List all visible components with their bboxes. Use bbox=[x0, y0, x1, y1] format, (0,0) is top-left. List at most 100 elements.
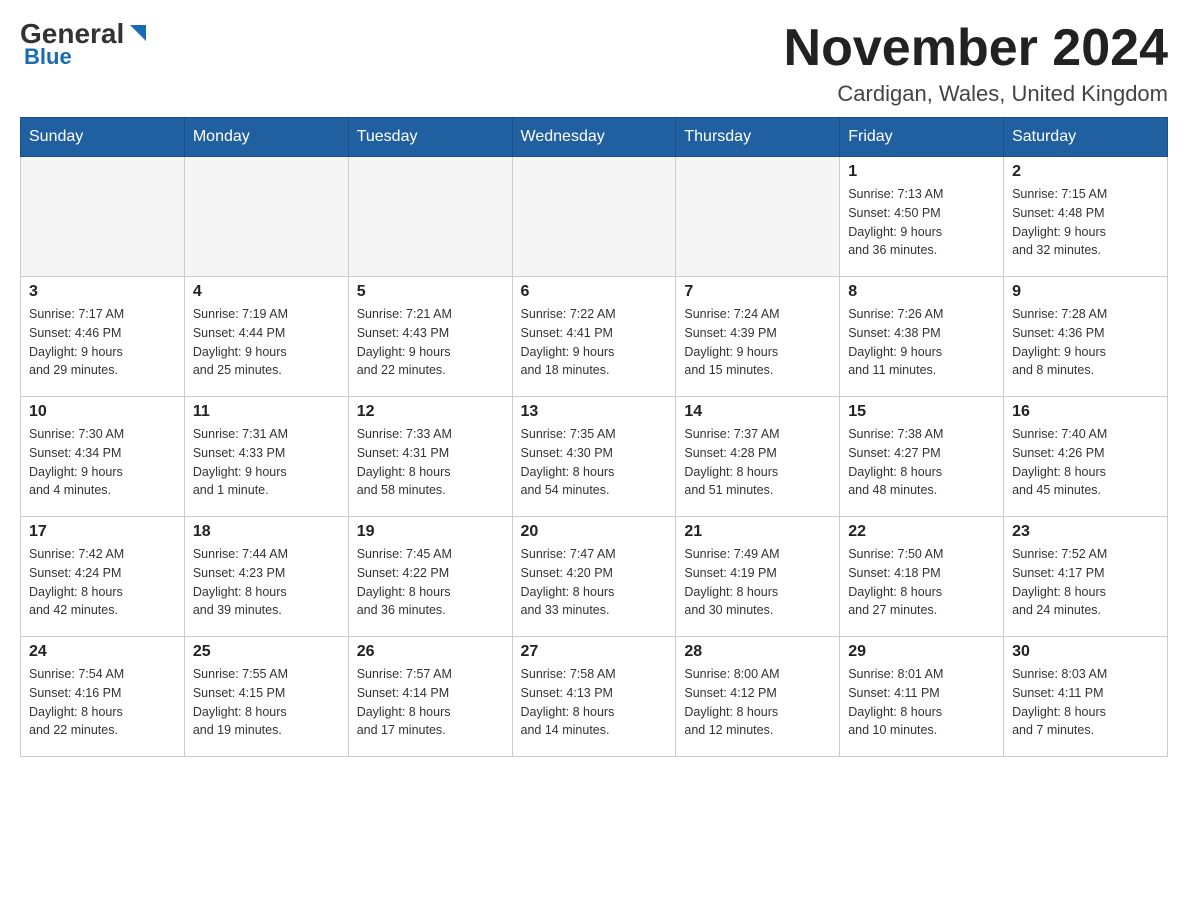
calendar-week-4: 17Sunrise: 7:42 AM Sunset: 4:24 PM Dayli… bbox=[21, 517, 1168, 637]
day-info: Sunrise: 7:21 AM Sunset: 4:43 PM Dayligh… bbox=[357, 305, 504, 380]
calendar-cell: 16 Sunrise: 7:40 AM Sunset: 4:26 PM Dayli… bbox=[1004, 397, 1168, 517]
day-number: 16 bbox=[1012, 403, 1159, 421]
day-number: 21 bbox=[684, 523, 831, 541]
calendar-week-1: 1 Sunrise: 7:13 AM Sunset: 4:50 PM Daylig… bbox=[21, 157, 1168, 277]
day-number: 26 bbox=[357, 643, 504, 661]
logo: General Blue bbox=[20, 20, 150, 70]
day-number: 14 bbox=[684, 403, 831, 421]
day-info: Sunrise: 8:01 AM Sunset: 4:11 PM Dayligh… bbox=[848, 665, 995, 740]
day-info: Sunrise: 7:28 AM Sunset: 4:36 PM Dayligh… bbox=[1012, 305, 1159, 380]
day-number: 19 bbox=[357, 523, 504, 541]
calendar-cell bbox=[676, 157, 840, 277]
day-number: 18 bbox=[193, 523, 340, 541]
calendar-cell: 7 Sunrise: 7:24 AM Sunset: 4:39 PM Daylig… bbox=[676, 277, 840, 397]
calendar-cell: 6 Sunrise: 7:22 AM Sunset: 4:41 PM Daylig… bbox=[512, 277, 676, 397]
calendar-cell bbox=[512, 157, 676, 277]
calendar-cell: 18 Sunrise: 7:44 AM Sunset: 4:23 PM Dayli… bbox=[184, 517, 348, 637]
logo-triangle-icon bbox=[126, 21, 150, 45]
calendar-cell: 1 Sunrise: 7:13 AM Sunset: 4:50 PM Daylig… bbox=[840, 157, 1004, 277]
calendar-cell: 12Sunrise: 7:33 AM Sunset: 4:31 PM Dayli… bbox=[348, 397, 512, 517]
day-number: 30 bbox=[1012, 643, 1159, 661]
day-info: Sunrise: 8:03 AM Sunset: 4:11 PM Dayligh… bbox=[1012, 665, 1159, 740]
calendar-cell: 4Sunrise: 7:19 AM Sunset: 4:44 PM Daylig… bbox=[184, 277, 348, 397]
day-info: Sunrise: 7:38 AM Sunset: 4:27 PM Dayligh… bbox=[848, 425, 995, 500]
day-number: 22 bbox=[848, 523, 995, 541]
calendar-cell: 27Sunrise: 7:58 AM Sunset: 4:13 PM Dayli… bbox=[512, 637, 676, 757]
calendar-week-3: 10 Sunrise: 7:30 AM Sunset: 4:34 PM Dayli… bbox=[21, 397, 1168, 517]
day-info: Sunrise: 7:40 AM Sunset: 4:26 PM Dayligh… bbox=[1012, 425, 1159, 500]
day-info: Sunrise: 7:13 AM Sunset: 4:50 PM Dayligh… bbox=[848, 185, 995, 260]
calendar-cell bbox=[21, 157, 185, 277]
day-number: 13 bbox=[521, 403, 668, 421]
calendar-cell: 8 Sunrise: 7:26 AM Sunset: 4:38 PM Daylig… bbox=[840, 277, 1004, 397]
calendar-week-5: 24Sunrise: 7:54 AM Sunset: 4:16 PM Dayli… bbox=[21, 637, 1168, 757]
day-number: 10 bbox=[29, 403, 176, 421]
day-info: Sunrise: 7:17 AM Sunset: 4:46 PM Dayligh… bbox=[29, 305, 176, 380]
day-number: 8 bbox=[848, 283, 995, 301]
day-info: Sunrise: 8:00 AM Sunset: 4:12 PM Dayligh… bbox=[684, 665, 831, 740]
calendar-cell: 24Sunrise: 7:54 AM Sunset: 4:16 PM Dayli… bbox=[21, 637, 185, 757]
location: Cardigan, Wales, United Kingdom bbox=[784, 81, 1168, 107]
day-number: 1 bbox=[848, 163, 995, 181]
calendar-cell: 17Sunrise: 7:42 AM Sunset: 4:24 PM Dayli… bbox=[21, 517, 185, 637]
calendar-cell: 28 Sunrise: 8:00 AM Sunset: 4:12 PM Dayli… bbox=[676, 637, 840, 757]
day-number: 9 bbox=[1012, 283, 1159, 301]
calendar-cell: 29 Sunrise: 8:01 AM Sunset: 4:11 PM Dayli… bbox=[840, 637, 1004, 757]
day-number: 11 bbox=[193, 403, 340, 421]
day-info: Sunrise: 7:50 AM Sunset: 4:18 PM Dayligh… bbox=[848, 545, 995, 620]
calendar-cell: 23 Sunrise: 7:52 AM Sunset: 4:17 PM Dayli… bbox=[1004, 517, 1168, 637]
calendar-cell: 25 Sunrise: 7:55 AM Sunset: 4:15 PM Dayli… bbox=[184, 637, 348, 757]
calendar-cell: 11 Sunrise: 7:31 AM Sunset: 4:33 PM Dayli… bbox=[184, 397, 348, 517]
day-info: Sunrise: 7:33 AM Sunset: 4:31 PM Dayligh… bbox=[357, 425, 504, 500]
calendar-header-tuesday: Tuesday bbox=[348, 118, 512, 157]
month-title: November 2024 bbox=[784, 20, 1168, 77]
day-info: Sunrise: 7:57 AM Sunset: 4:14 PM Dayligh… bbox=[357, 665, 504, 740]
day-info: Sunrise: 7:15 AM Sunset: 4:48 PM Dayligh… bbox=[1012, 185, 1159, 260]
calendar-cell: 3Sunrise: 7:17 AM Sunset: 4:46 PM Daylig… bbox=[21, 277, 185, 397]
day-number: 20 bbox=[521, 523, 668, 541]
day-number: 29 bbox=[848, 643, 995, 661]
calendar-cell bbox=[348, 157, 512, 277]
calendar-header-wednesday: Wednesday bbox=[512, 118, 676, 157]
day-number: 25 bbox=[193, 643, 340, 661]
title-section: November 2024 Cardigan, Wales, United Ki… bbox=[784, 20, 1168, 107]
calendar-table: SundayMondayTuesdayWednesdayThursdayFrid… bbox=[20, 117, 1168, 757]
day-info: Sunrise: 7:52 AM Sunset: 4:17 PM Dayligh… bbox=[1012, 545, 1159, 620]
calendar-header-friday: Friday bbox=[840, 118, 1004, 157]
day-number: 4 bbox=[193, 283, 340, 301]
day-number: 28 bbox=[684, 643, 831, 661]
page-header: General Blue November 2024 Cardigan, Wal… bbox=[20, 20, 1168, 107]
calendar-header-monday: Monday bbox=[184, 118, 348, 157]
calendar-cell: 19Sunrise: 7:45 AM Sunset: 4:22 PM Dayli… bbox=[348, 517, 512, 637]
day-info: Sunrise: 7:37 AM Sunset: 4:28 PM Dayligh… bbox=[684, 425, 831, 500]
calendar-cell: 10 Sunrise: 7:30 AM Sunset: 4:34 PM Dayli… bbox=[21, 397, 185, 517]
calendar-header-thursday: Thursday bbox=[676, 118, 840, 157]
day-info: Sunrise: 7:30 AM Sunset: 4:34 PM Dayligh… bbox=[29, 425, 176, 500]
calendar-header-saturday: Saturday bbox=[1004, 118, 1168, 157]
day-info: Sunrise: 7:54 AM Sunset: 4:16 PM Dayligh… bbox=[29, 665, 176, 740]
calendar-header-row: SundayMondayTuesdayWednesdayThursdayFrid… bbox=[21, 118, 1168, 157]
calendar-cell: 5 Sunrise: 7:21 AM Sunset: 4:43 PM Daylig… bbox=[348, 277, 512, 397]
day-info: Sunrise: 7:47 AM Sunset: 4:20 PM Dayligh… bbox=[521, 545, 668, 620]
calendar-cell: 13Sunrise: 7:35 AM Sunset: 4:30 PM Dayli… bbox=[512, 397, 676, 517]
calendar-cell: 21 Sunrise: 7:49 AM Sunset: 4:19 PM Dayli… bbox=[676, 517, 840, 637]
day-number: 7 bbox=[684, 283, 831, 301]
day-info: Sunrise: 7:22 AM Sunset: 4:41 PM Dayligh… bbox=[521, 305, 668, 380]
day-number: 2 bbox=[1012, 163, 1159, 181]
calendar-cell: 22 Sunrise: 7:50 AM Sunset: 4:18 PM Dayli… bbox=[840, 517, 1004, 637]
calendar-cell: 2 Sunrise: 7:15 AM Sunset: 4:48 PM Daylig… bbox=[1004, 157, 1168, 277]
day-info: Sunrise: 7:49 AM Sunset: 4:19 PM Dayligh… bbox=[684, 545, 831, 620]
day-info: Sunrise: 7:31 AM Sunset: 4:33 PM Dayligh… bbox=[193, 425, 340, 500]
day-number: 17 bbox=[29, 523, 176, 541]
day-info: Sunrise: 7:24 AM Sunset: 4:39 PM Dayligh… bbox=[684, 305, 831, 380]
logo-blue: Blue bbox=[20, 44, 72, 70]
day-info: Sunrise: 7:55 AM Sunset: 4:15 PM Dayligh… bbox=[193, 665, 340, 740]
calendar-week-2: 3Sunrise: 7:17 AM Sunset: 4:46 PM Daylig… bbox=[21, 277, 1168, 397]
day-number: 6 bbox=[521, 283, 668, 301]
calendar-cell: 30 Sunrise: 8:03 AM Sunset: 4:11 PM Dayli… bbox=[1004, 637, 1168, 757]
calendar-cell: 15Sunrise: 7:38 AM Sunset: 4:27 PM Dayli… bbox=[840, 397, 1004, 517]
day-number: 23 bbox=[1012, 523, 1159, 541]
day-number: 5 bbox=[357, 283, 504, 301]
day-info: Sunrise: 7:44 AM Sunset: 4:23 PM Dayligh… bbox=[193, 545, 340, 620]
day-info: Sunrise: 7:26 AM Sunset: 4:38 PM Dayligh… bbox=[848, 305, 995, 380]
